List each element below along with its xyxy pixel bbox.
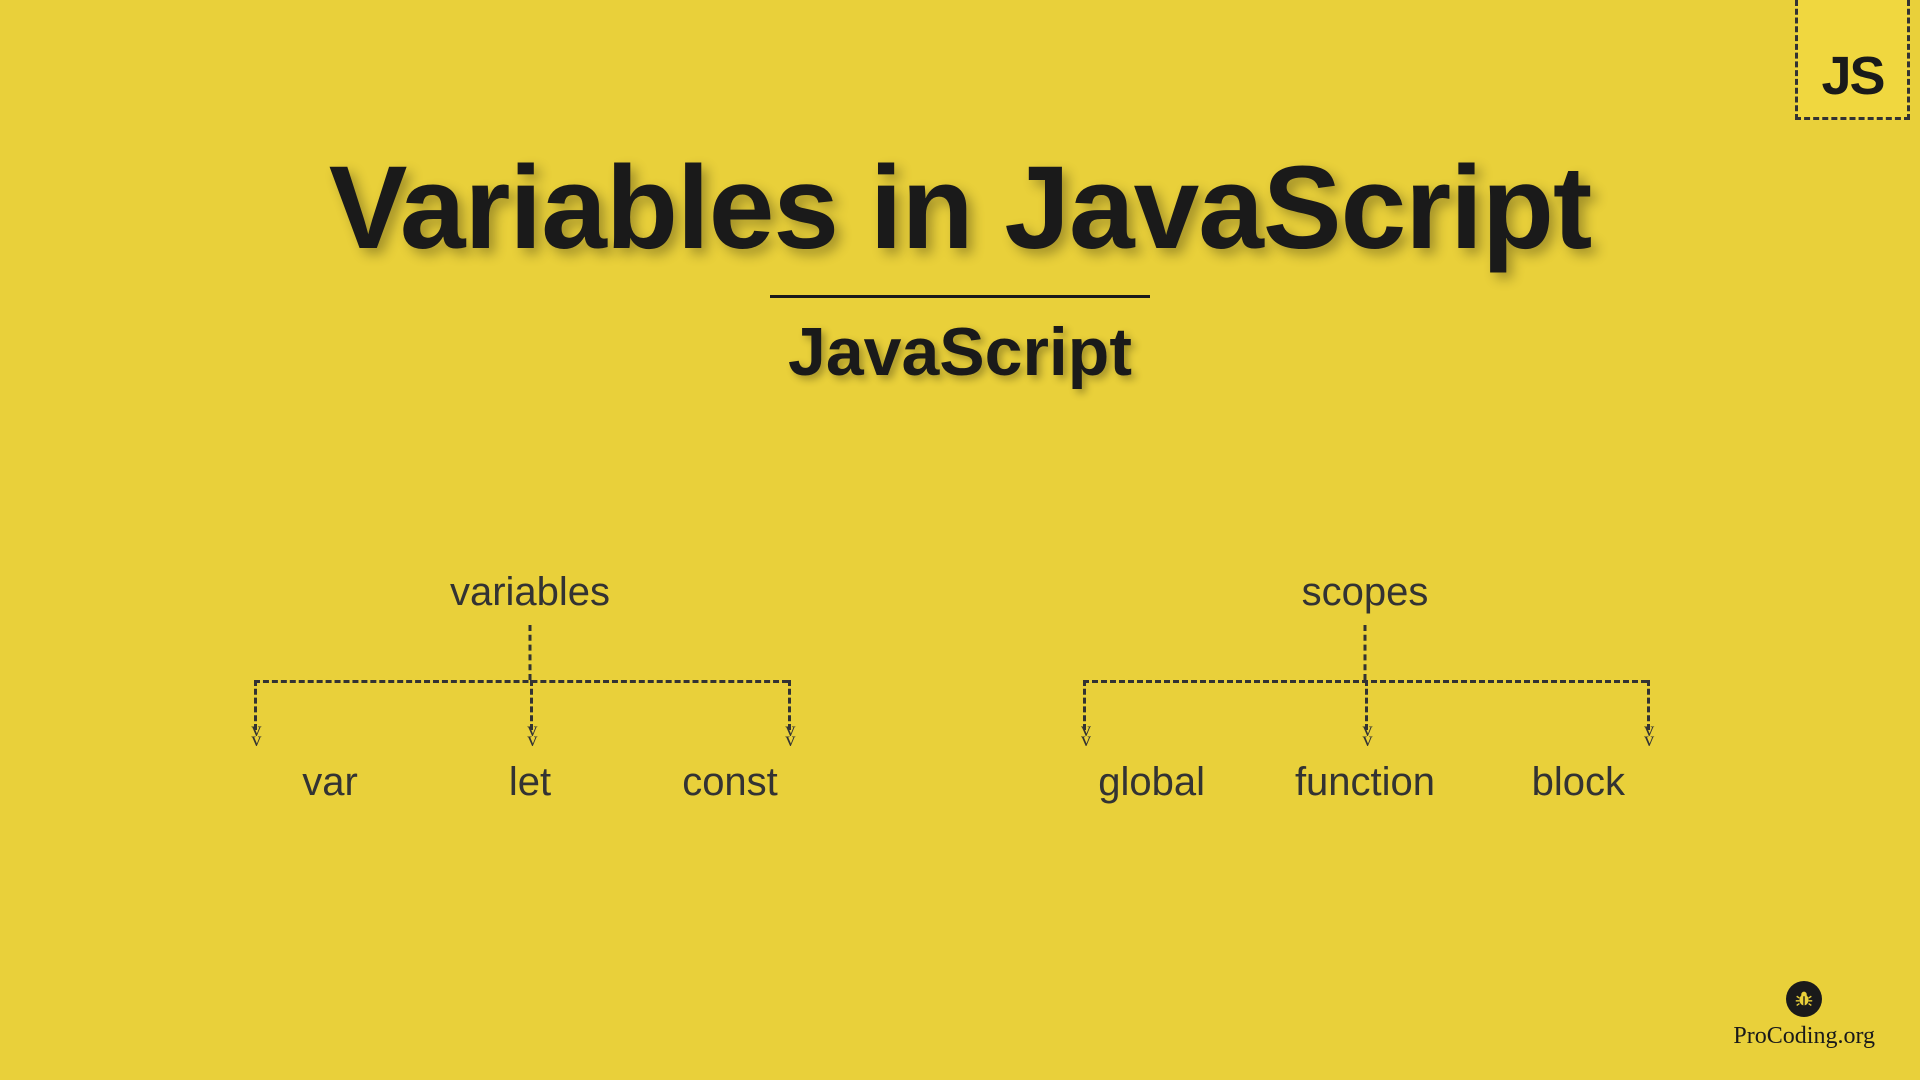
arrow-icon: vv [785,725,795,745]
title-divider [770,295,1150,298]
tree-child-block: block [1472,760,1685,805]
attribution-text: ProCoding.org [1733,1023,1875,1050]
arrow-icon: vv [1081,725,1091,745]
tree-stem [1364,625,1367,680]
tree-branches: vv vv vv [1045,625,1685,745]
page-title: Variables in JavaScript [329,140,1592,276]
tree-child-var: var [230,760,430,805]
tree-child-function: function [1258,760,1471,805]
arrow-icon: vv [251,725,261,745]
tree-hbar [254,680,788,683]
js-badge: JS [1795,0,1910,120]
tree-stem [529,625,532,680]
arrow-icon: vv [1363,725,1373,745]
tree-child-global: global [1045,760,1258,805]
tree-root-variables: variables [230,570,830,615]
tree-child-let: let [430,760,630,805]
tree-children: global function block [1045,760,1685,805]
tree-branches: vv vv vv [230,625,830,745]
bug-icon [1786,981,1822,1017]
tree-child-const: const [630,760,830,805]
variables-tree: variables vv vv vv var let const [230,570,830,805]
page-subtitle: JavaScript [788,313,1132,391]
attribution: ProCoding.org [1733,981,1875,1050]
arrow-icon: vv [527,725,537,745]
js-badge-text: JS [1821,45,1883,107]
tree-root-scopes: scopes [1045,570,1685,615]
tree-children: var let const [230,760,830,805]
scopes-tree: scopes vv vv vv global function block [1045,570,1685,805]
arrow-icon: vv [1644,725,1654,745]
